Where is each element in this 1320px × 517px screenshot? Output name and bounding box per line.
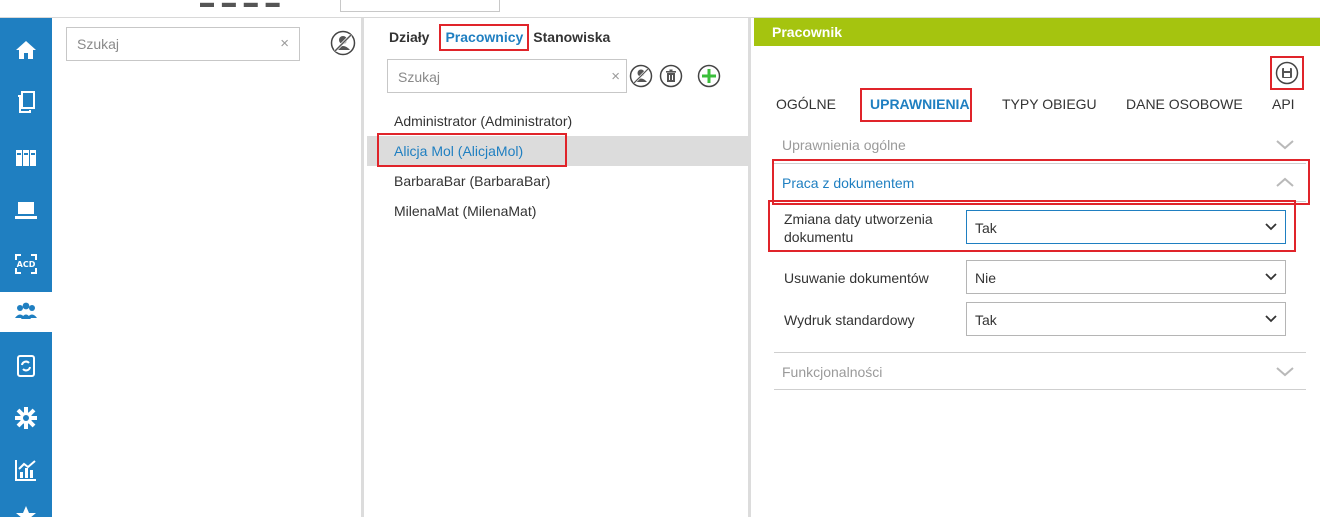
section-title: Praca z dokumentem — [782, 175, 915, 191]
delete-employee-icon[interactable] — [659, 64, 683, 88]
field-delete-documents: Usuwanie dokumentów Nie — [774, 260, 1306, 300]
details-tabs: OGÓLNE UPRAWNIENIA TYPY OBIEGU DANE OSOB… — [776, 88, 1310, 122]
employee-list-item[interactable]: BarbaraBar (BarbaraBar) — [367, 166, 748, 196]
tab-employees[interactable]: Pracownicy — [439, 24, 530, 51]
tab-workflow-types[interactable]: TYPY OBIEGU — [1002, 96, 1097, 112]
add-employee-icon[interactable] — [697, 64, 721, 88]
employee-list-item-selected[interactable]: Alicja Mol (AlicjaMol) — [367, 133, 748, 167]
highlight-box — [377, 133, 567, 167]
computer-icon[interactable] — [6, 190, 46, 230]
field-standard-print: Wydruk standardowy Tak — [774, 302, 1306, 342]
employees-icon[interactable] — [0, 292, 52, 332]
reports-chart-icon[interactable] — [6, 450, 46, 490]
documents-icon[interactable] — [6, 82, 46, 122]
tab-departments[interactable]: Działy — [389, 29, 429, 51]
chevron-up-icon — [1276, 177, 1294, 187]
employee-details-panel: Pracownik OGÓLNE UPRAWNIENIA TYPY OBIEGU… — [754, 18, 1320, 517]
search-panel: Szukaj × — [52, 18, 364, 517]
cut-off-text: ▬ ▬ ▬ ▬ — [200, 0, 282, 10]
standard-print-select[interactable]: Tak — [966, 302, 1286, 336]
employee-name: BarbaraBar (BarbaraBar) — [394, 173, 551, 189]
chevron-down-icon — [1276, 140, 1294, 150]
employee-search-placeholder: Szukaj — [398, 69, 441, 85]
panel-title: Pracownik — [754, 18, 1320, 46]
inactive-users-icon[interactable] — [330, 30, 356, 56]
select-value: Nie — [975, 270, 997, 286]
select-value: Tak — [975, 312, 997, 328]
search-placeholder: Szukaj — [77, 36, 120, 52]
workflow-document-icon[interactable] — [6, 346, 46, 386]
change-creation-date-select[interactable]: Tak — [966, 210, 1286, 244]
svg-text:ACD: ACD — [17, 260, 36, 269]
settings-gear-icon[interactable] — [6, 398, 46, 438]
section-features[interactable]: Funkcjonalności — [774, 352, 1306, 390]
section-title: Uprawnienia ogólne — [782, 137, 906, 153]
field-change-creation-date: Zmiana daty utworzenia dokumentu Tak — [774, 210, 1306, 250]
employee-list-item[interactable]: MilenaMat (MilenaMat) — [367, 196, 748, 226]
field-label: Zmiana daty utworzenia dokumentu — [784, 211, 933, 245]
employees-panel: Działy Pracownicy Stanowiska Szukaj × Ad… — [367, 18, 751, 517]
inactive-employees-icon[interactable] — [629, 64, 653, 88]
clear-employee-search-icon[interactable]: × — [611, 68, 620, 85]
employees-tabs: Działy Pracownicy Stanowiska — [389, 24, 620, 51]
search-input[interactable]: Szukaj × — [66, 27, 300, 61]
binders-icon[interactable] — [6, 138, 46, 178]
clear-search-icon[interactable]: × — [280, 35, 289, 52]
extra-star-icon[interactable] — [6, 496, 46, 517]
employee-list: Administrator (Administrator) Alicja Mol… — [367, 106, 748, 226]
employee-name: Administrator (Administrator) — [394, 113, 573, 129]
tab-personal-data[interactable]: DANE OSOBOWE — [1126, 96, 1243, 112]
chevron-down-icon — [1265, 315, 1277, 323]
employee-search-input[interactable]: Szukaj × — [387, 59, 627, 93]
select-value: Tak — [975, 220, 997, 236]
tab-positions[interactable]: Stanowiska — [533, 29, 610, 51]
section-title: Funkcjonalności — [782, 364, 883, 380]
field-label: Wydruk standardowy — [784, 312, 915, 328]
chevron-down-icon — [1265, 273, 1277, 281]
top-strip: ▬ ▬ ▬ ▬ — [0, 0, 1320, 18]
tab-permissions[interactable]: UPRAWNIENIA — [870, 96, 970, 112]
cut-off-input[interactable] — [340, 0, 500, 12]
employee-name: MilenaMat (MilenaMat) — [394, 203, 537, 219]
section-document-work[interactable]: Praca z dokumentem — [774, 164, 1306, 202]
main-nav-rail: ACD — [0, 18, 52, 517]
home-icon[interactable] — [6, 30, 46, 70]
save-button[interactable] — [1270, 56, 1304, 90]
field-label: Usuwanie dokumentów — [784, 270, 929, 286]
chevron-down-icon — [1265, 223, 1277, 231]
acd-ocr-icon[interactable]: ACD — [6, 244, 46, 284]
tab-general[interactable]: OGÓLNE — [776, 96, 836, 112]
delete-documents-select[interactable]: Nie — [966, 260, 1286, 294]
employee-list-item[interactable]: Administrator (Administrator) — [367, 106, 748, 136]
tab-api[interactable]: API — [1272, 96, 1295, 112]
chevron-down-icon — [1276, 367, 1294, 377]
save-disk-icon — [1275, 61, 1299, 85]
